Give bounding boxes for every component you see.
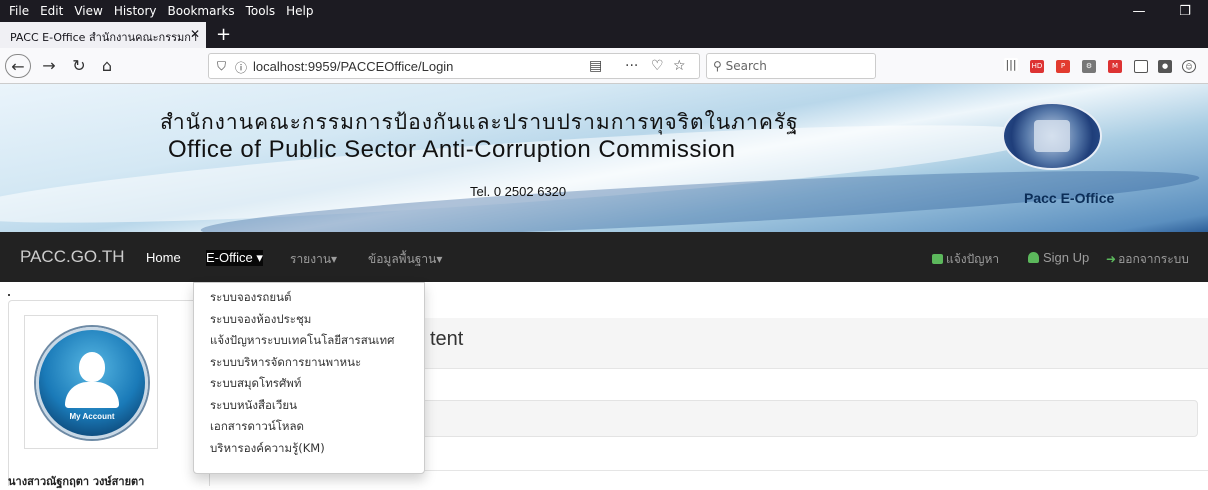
menu-bookmarks[interactable]: Bookmarks (168, 4, 235, 18)
tab-title: PACC E-Office สำนักงานคณะกรรมกา (10, 31, 198, 44)
p-extension-icon[interactable]: P (1056, 60, 1070, 73)
mp3-extension-icon[interactable]: M (1108, 60, 1122, 73)
address-bar[interactable]: ⛉ ⓘ localhost:9959/PACCEOffice/Login ▤ ·… (208, 53, 700, 79)
menu-item-vehicle-management[interactable]: ระบบบริหารจัดการยานพาหนะ (194, 352, 424, 374)
menu-help[interactable]: Help (286, 4, 313, 18)
menu-edit[interactable]: Edit (40, 4, 63, 18)
info-icon[interactable]: ⓘ (235, 59, 247, 76)
new-tab-icon[interactable]: + (216, 24, 231, 45)
site-banner: สำนักงานคณะกรรมการป้องกันและปราบปรามการท… (0, 84, 1208, 232)
menu-view[interactable]: View (74, 4, 102, 18)
banner-telephone: Tel. 0 2502 6320 (470, 184, 567, 199)
user-head-icon (79, 352, 105, 382)
home-icon[interactable]: ⌂ (94, 54, 120, 78)
banner-title-thai: สำนักงานคณะกรรมการป้องกันและปราบปรามการท… (160, 110, 799, 134)
pocket-icon[interactable]: ♡ (651, 58, 664, 74)
eoffice-dropdown-menu: ระบบจองรถยนต์ ระบบจองห้องประชุม แจ้งปัญห… (193, 282, 425, 474)
menu-item-it-issue[interactable]: แจ้งปัญหาระบบเทคโนโลยีสารสนเทศ (194, 330, 424, 352)
search-icon: ⚲ (713, 59, 722, 73)
sidebar-icon[interactable] (1134, 60, 1148, 73)
search-placeholder: Search (725, 59, 767, 73)
restore-icon[interactable]: ❐ (1162, 4, 1208, 19)
avatar-label: My Account (69, 412, 115, 421)
nav-report-issue[interactable]: แจ้งปัญหา (932, 250, 999, 269)
nav-home[interactable]: Home (146, 250, 181, 265)
nav-reports[interactable]: รายงาน▾ (290, 250, 337, 269)
menu-item-downloads[interactable]: เอกสารดาวน์โหลด (194, 416, 424, 438)
page-content: My Account นางสาวณัฐกฤตา วงษ์สายตา tent (0, 282, 1208, 488)
menu-file[interactable]: File (9, 4, 29, 18)
menu-tools[interactable]: Tools (246, 4, 276, 18)
avatar-frame: My Account (24, 315, 158, 449)
browser-nav-bar: ← → ↻ ⌂ ⛉ ⓘ localhost:9959/PACCEOffice/L… (0, 48, 1208, 84)
logout-label: ออกจากระบบ (1118, 252, 1189, 266)
log-in-icon: ➜ (1106, 252, 1117, 266)
tab-strip: PACC E-Office สำนักงานคณะกรรมกา ✕ + (0, 22, 1208, 48)
banner-app-name: Pacc E-Office (1024, 190, 1115, 206)
shield-icon[interactable]: ⛉ (217, 59, 226, 74)
menu-item-circular-letters[interactable]: ระบบหนังสือเวียน (194, 395, 424, 417)
nav-sign-up[interactable]: Sign Up (1028, 250, 1089, 265)
browser-menu-bar: File Edit View History Bookmarks Tools H… (0, 0, 1208, 22)
window-controls: — ❐ (1116, 0, 1208, 22)
library-icon[interactable]: ||| (1004, 58, 1018, 71)
menu-item-room-booking[interactable]: ระบบจองห้องประชุม (194, 309, 424, 331)
forward-icon[interactable]: → (36, 54, 62, 78)
hd-extension-icon[interactable]: HD (1030, 60, 1044, 73)
reader-view-icon[interactable]: ▤ (589, 58, 602, 74)
menu-item-phonebook[interactable]: ระบบสมุดโทรศัพท์ (194, 373, 424, 395)
page-heading: tent (430, 328, 464, 350)
url-text: localhost:9959/PACCEOffice/Login (253, 59, 454, 74)
reload-icon[interactable]: ↻ (66, 54, 92, 78)
navbar-brand[interactable]: PACC.GO.TH (20, 247, 125, 267)
nav-logout[interactable]: ➜ ออกจากระบบ (1106, 250, 1189, 269)
account-icon[interactable]: ☺ (1182, 60, 1196, 73)
report-issue-label: แจ้งปัญหา (946, 252, 1000, 266)
user-body-icon (65, 382, 119, 408)
sign-up-label: Sign Up (1043, 250, 1090, 265)
menu-history[interactable]: History (114, 4, 157, 18)
nav-base-data[interactable]: ข้อมูลพื้นฐาน▾ (368, 250, 442, 269)
page-actions-icon[interactable]: ··· (625, 58, 638, 74)
pacc-seal-logo (1002, 102, 1102, 170)
user-name: นางสาวณัฐกฤตา วงษ์สายตา (8, 475, 145, 488)
comment-icon (932, 254, 943, 264)
decoration-dot (8, 294, 10, 296)
close-tab-icon[interactable]: ✕ (190, 27, 200, 41)
back-icon[interactable]: ← (5, 54, 31, 78)
browser-tab[interactable]: PACC E-Office สำนักงานคณะกรรมกา ✕ (0, 22, 206, 48)
banner-title-english: Office of Public Sector Anti-Corruption … (168, 136, 736, 163)
minimize-icon[interactable]: — (1116, 4, 1162, 19)
user-icon (1028, 252, 1039, 263)
my-account-avatar[interactable]: My Account (36, 327, 148, 439)
bookmark-star-icon[interactable]: ☆ (673, 58, 686, 74)
search-box[interactable]: ⚲ Search (706, 53, 876, 79)
gear-extension-icon[interactable]: ⚙ (1082, 60, 1096, 73)
menu-item-car-booking[interactable]: ระบบจองรถยนต์ (194, 287, 424, 309)
extension-icon[interactable]: ● (1158, 60, 1172, 73)
menu-item-knowledge-management[interactable]: บริหารองค์ความรู้(KM) (194, 438, 424, 460)
site-navbar: PACC.GO.TH Home E-Office ▾ รายงาน▾ ข้อมู… (0, 232, 1208, 282)
nav-eoffice[interactable]: E-Office ▾ (206, 250, 263, 266)
